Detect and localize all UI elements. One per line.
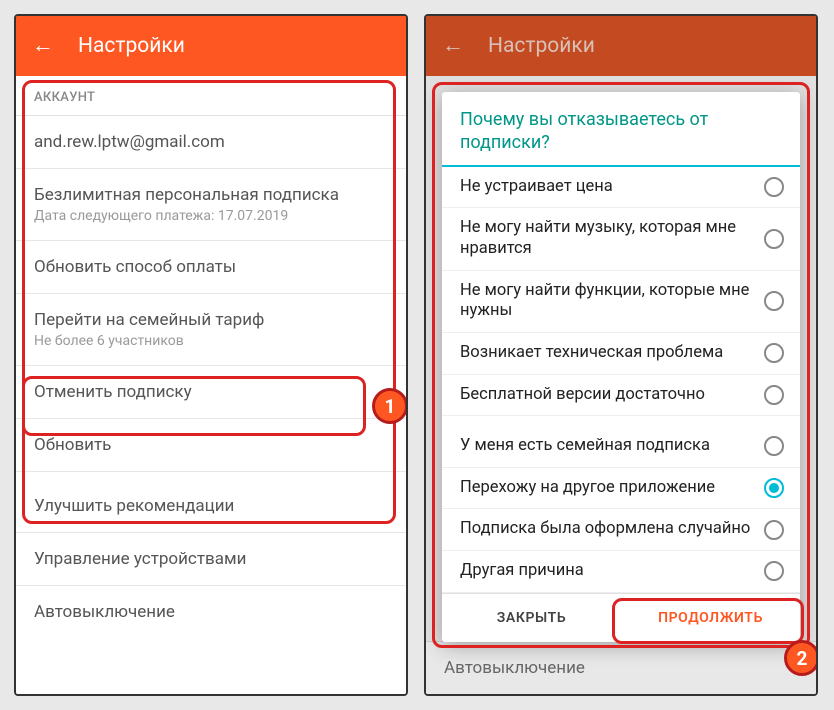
row-autoshutdown[interactable]: Автовыключение [16,585,406,638]
option-family[interactable]: У меня есть семейная подписка [442,426,800,468]
option-accidental[interactable]: Подписка была оформлена случайно [442,509,800,551]
continue-button[interactable]: ПРОДОЛЖИТЬ [621,594,800,642]
option-music[interactable]: Не могу найти музыку, которая мне нравит… [442,208,800,270]
radio-icon [764,229,784,249]
section-account-header: АККАУНТ [16,76,406,115]
row-payment-method[interactable]: Обновить способ оплаты [16,240,406,293]
radio-icon-checked [764,478,784,498]
email-value: and.rew.lptw@gmail.com [34,132,388,152]
option-label: Бесплатной версии достаточно [460,385,754,406]
payment-method-label: Обновить способ оплаты [34,257,388,277]
refresh-label: Обновить [34,435,388,455]
phone-left: ← Настройки АККАУНТ and.rew.lptw@gmail.c… [14,14,408,696]
appbar: ← Настройки [16,16,406,76]
back-icon: ← [442,35,464,57]
option-label: Перехожу на другое приложение [460,478,754,499]
option-label: Не могу найти функции, которые мне нужны [460,281,754,322]
row-email[interactable]: and.rew.lptw@gmail.com [16,115,406,168]
improve-recommendations-label: Улучшить рекомендации [34,496,388,516]
option-label: У меня есть семейная подписка [460,436,754,457]
row-refresh[interactable]: Обновить [16,418,406,471]
back-icon[interactable]: ← [32,35,54,57]
subscription-title: Безлимитная персональная подписка [34,185,388,205]
settings-content: АККАУНТ and.rew.lptw@gmail.com Безлимитн… [16,76,406,694]
row-improve-recommendations[interactable]: Улучшить рекомендации [16,471,406,532]
row-subscription[interactable]: Безлимитная персональная подписка Дата с… [16,168,406,240]
dialog-title: Почему вы отказываетесь от подписки? [442,92,800,167]
option-features[interactable]: Не могу найти функции, которые мне нужны [442,271,800,333]
radio-icon [764,561,784,581]
close-button[interactable]: ЗАКРЫТЬ [442,594,621,642]
bg-row-autoshutdown: Автовыключение [426,641,816,694]
appbar-title: Настройки [78,34,185,58]
dialog-actions: ЗАКРЫТЬ ПРОДОЛЖИТЬ [442,593,800,642]
option-other-app[interactable]: Перехожу на другое приложение [442,468,800,510]
option-label: Не устраивает цена [460,177,754,198]
appbar-dim: ← Настройки [426,16,816,76]
option-price[interactable]: Не устраивает цена [442,167,800,209]
dialog-content: Автовыключение Почему вы отказываетесь о… [426,76,816,694]
subscription-detail: Дата следующего платежа: 17.07.2019 [34,208,388,224]
radio-icon [764,520,784,540]
family-plan-detail: Не более 6 участников [34,333,388,349]
autoshutdown-label: Автовыключение [34,602,388,622]
cancel-reason-dialog: Почему вы отказываетесь от подписки? Не … [442,92,800,642]
option-label: Не могу найти музыку, которая мне нравит… [460,218,754,259]
dialog-options: Не устраивает цена Не могу найти музыку,… [442,167,800,593]
radio-icon [764,385,784,405]
radio-icon [764,177,784,197]
manage-devices-label: Управление устройствами [34,549,388,569]
radio-icon [764,291,784,311]
option-label: Возникает техническая проблема [460,343,754,364]
family-plan-title: Перейти на семейный тариф [34,310,388,330]
radio-icon [764,436,784,456]
phone-right: ← Настройки Автовыключение Почему вы отк… [424,14,818,696]
appbar-title: Настройки [488,34,595,58]
radio-icon [764,343,784,363]
option-other-reason[interactable]: Другая причина [442,551,800,593]
row-family-plan[interactable]: Перейти на семейный тариф Не более 6 уча… [16,293,406,365]
option-technical[interactable]: Возникает техническая проблема [442,333,800,375]
option-label: Подписка была оформлена случайно [460,519,754,540]
cancel-subscription-label: Отменить подписку [34,382,388,402]
option-free-enough[interactable]: Бесплатной версии достаточно [442,375,800,417]
row-manage-devices[interactable]: Управление устройствами [16,532,406,585]
row-cancel-subscription[interactable]: Отменить подписку [16,365,406,418]
option-label: Другая причина [460,561,754,582]
